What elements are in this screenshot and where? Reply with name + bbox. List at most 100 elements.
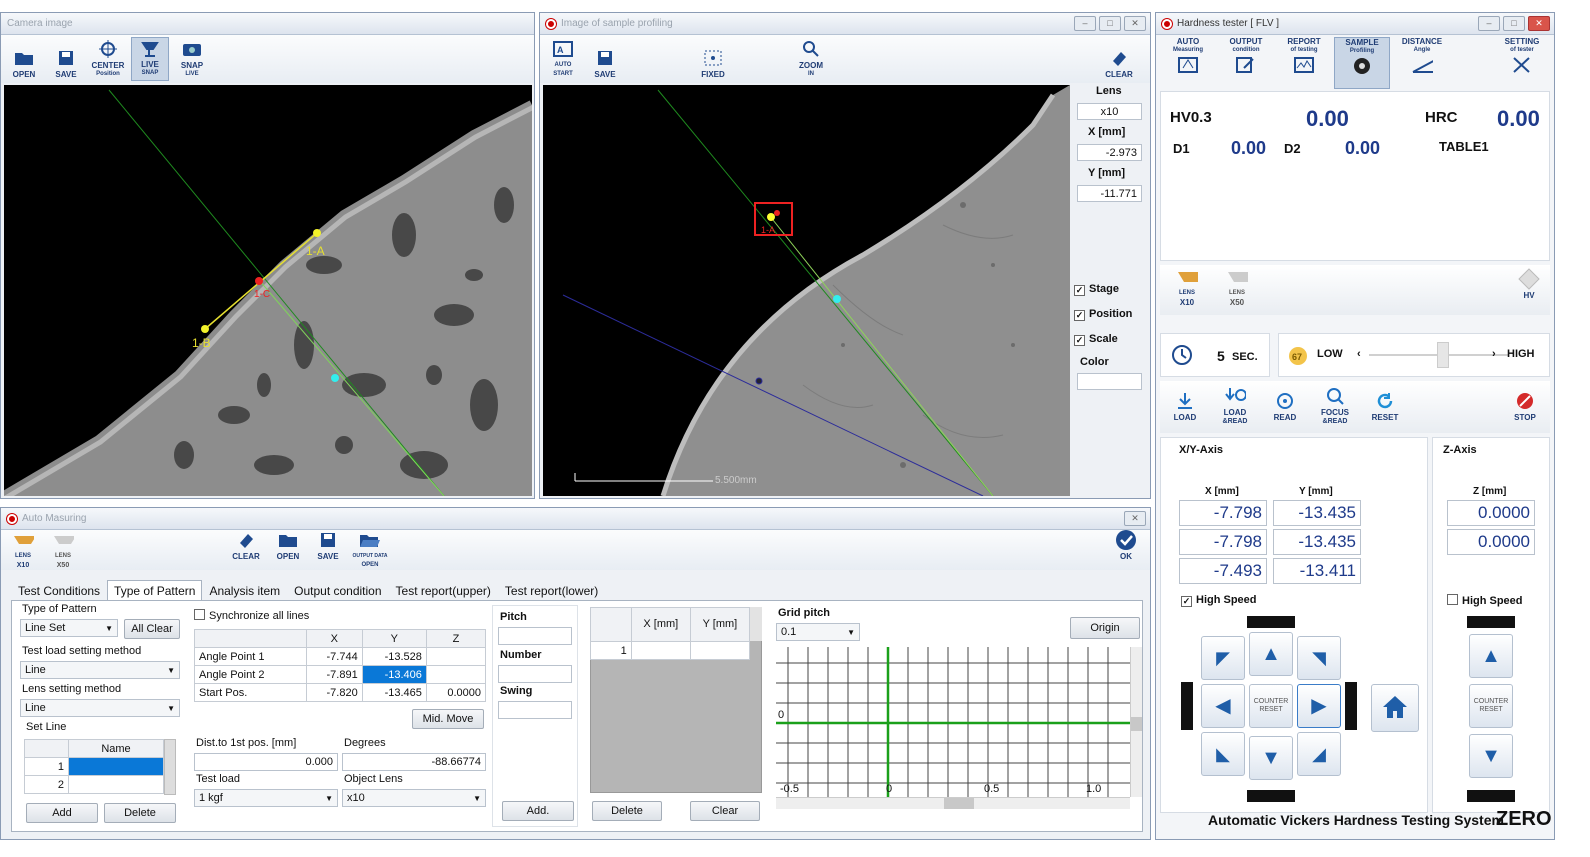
table-row[interactable]: Start Pos. -7.820 -13.465 0.0000 xyxy=(194,683,487,702)
speed-slider-thumb[interactable] xyxy=(1437,342,1449,368)
origin-button[interactable]: Origin xyxy=(1070,617,1140,639)
load-read-button[interactable]: LOAD &READ xyxy=(1210,386,1260,428)
tab-auto[interactable]: AUTO Measuring xyxy=(1160,37,1216,89)
position-checkbox[interactable]: ✓ Position xyxy=(1074,308,1132,321)
read-button[interactable]: READ xyxy=(1260,391,1310,424)
tab-setting[interactable]: SETTING of tester xyxy=(1494,37,1550,89)
set-line-scrollbar[interactable] xyxy=(164,739,176,795)
degrees-input[interactable]: -88.66774 xyxy=(342,753,486,771)
scroll-thumb[interactable] xyxy=(1131,717,1142,731)
tab-output-condition[interactable]: Output condition xyxy=(287,580,388,601)
counter-reset-button[interactable]: COUNTER RESET xyxy=(1249,684,1293,728)
fixed-button[interactable]: FIXED xyxy=(694,48,732,81)
minimize-button[interactable]: – xyxy=(1074,16,1096,31)
load-method-select[interactable]: Line ▼ xyxy=(20,661,180,679)
output-data-open-button[interactable]: OUTPUT DATA OPEN xyxy=(351,530,389,572)
move-down-button[interactable]: ▼ xyxy=(1249,736,1293,780)
speed-left-arrow[interactable]: ‹ xyxy=(1357,348,1361,360)
stop-button[interactable]: STOP xyxy=(1500,391,1550,424)
tab-test-conditions[interactable]: Test Conditions xyxy=(11,580,107,601)
sync-checkbox[interactable]: Synchronize all lines xyxy=(194,609,309,622)
point-list-scrollbar[interactable] xyxy=(750,607,762,641)
camera-image[interactable]: 1-A 1-B 1-C xyxy=(4,85,532,496)
table-row[interactable]: 1 xyxy=(24,757,164,776)
table-row[interactable]: Angle Point 1 -7.744 -13.528 xyxy=(194,647,487,666)
stage-checkbox[interactable]: ✓ Stage xyxy=(1074,283,1119,296)
move-left-button[interactable]: ◀ xyxy=(1201,684,1245,728)
close-button[interactable]: ✕ xyxy=(1124,511,1146,526)
add-point-button[interactable]: Add. xyxy=(502,801,574,821)
z-counter-reset-button[interactable]: COUNTER RESET xyxy=(1469,684,1513,728)
maximize-button[interactable]: □ xyxy=(1099,16,1121,31)
test-load-select[interactable]: 1 kgf ▼ xyxy=(194,789,338,807)
lens-x50-button[interactable]: LENS X50 xyxy=(1218,267,1256,309)
grid-vscrollbar[interactable] xyxy=(1130,647,1142,797)
profile-image[interactable]: 1-A 5.500mm xyxy=(543,85,1070,496)
tab-type-of-pattern[interactable]: Type of Pattern xyxy=(107,580,203,601)
table-row[interactable]: Angle Point 2 -7.891 -13.406 xyxy=(194,665,487,684)
grid-hscrollbar[interactable] xyxy=(776,797,1130,809)
tab-distance[interactable]: DISTANCE Angle xyxy=(1392,37,1452,89)
reset-button[interactable]: RESET xyxy=(1360,391,1410,424)
color-swatch[interactable] xyxy=(1077,373,1142,390)
clear-button[interactable]: CLEAR xyxy=(227,530,265,563)
save-button[interactable]: SAVE xyxy=(47,48,85,81)
hv-button[interactable]: HV xyxy=(1510,268,1548,302)
grid-pitch-select[interactable]: 0.1 ▼ xyxy=(776,623,860,641)
z-up-button[interactable]: ▲ xyxy=(1469,634,1513,678)
minimize-button[interactable]: – xyxy=(1478,16,1500,31)
home-button[interactable] xyxy=(1371,684,1419,732)
open-button[interactable]: OPEN xyxy=(5,48,43,81)
object-lens-select[interactable]: x10 ▼ xyxy=(342,789,486,807)
table-row[interactable]: 1 xyxy=(590,641,751,660)
save-button[interactable]: SAVE xyxy=(586,48,624,81)
z-high-speed-checkbox[interactable]: High Speed xyxy=(1447,594,1523,607)
lens-x10-button[interactable]: LENS X10 xyxy=(5,530,41,572)
close-button[interactable]: ✕ xyxy=(1124,16,1146,31)
x-input[interactable]: -7.493 xyxy=(1179,558,1267,584)
z-down-button[interactable]: ▼ xyxy=(1469,734,1513,778)
pattern-select[interactable]: Line Set ▼ xyxy=(20,619,118,637)
move-up-left-button[interactable]: ◤ xyxy=(1201,636,1245,680)
all-clear-button[interactable]: All Clear xyxy=(124,619,180,639)
delete-point-button[interactable]: Delete xyxy=(592,801,662,821)
lens-method-select[interactable]: Line ▼ xyxy=(20,699,180,717)
tab-analysis-item[interactable]: Analysis item xyxy=(202,580,287,601)
add-button[interactable]: Add xyxy=(26,803,98,823)
move-right-button[interactable]: ▶ xyxy=(1297,684,1341,728)
mid-move-button[interactable]: Mid. Move xyxy=(412,709,484,729)
move-up-right-button[interactable]: ◥ xyxy=(1297,636,1341,680)
maximize-button[interactable]: □ xyxy=(1503,16,1525,31)
auto-start-button[interactable]: A AUTO START xyxy=(544,39,582,81)
pitch-input[interactable] xyxy=(498,627,572,645)
grid-canvas[interactable] xyxy=(776,647,1130,797)
focus-read-button[interactable]: FOCUS &READ xyxy=(1310,386,1360,428)
open-button[interactable]: OPEN xyxy=(269,530,307,563)
dist-input[interactable]: 0.000 xyxy=(194,753,338,771)
table-row[interactable]: 2 xyxy=(24,775,164,794)
move-down-right-button[interactable]: ◢ xyxy=(1297,732,1341,776)
load-button[interactable]: LOAD xyxy=(1160,391,1210,424)
ok-button[interactable]: OK xyxy=(1107,530,1145,563)
clear-button[interactable]: CLEAR xyxy=(1100,48,1138,81)
snap-live-button[interactable]: SNAP LIVE xyxy=(173,39,211,81)
lens-x10-button[interactable]: LENS X10 xyxy=(1168,267,1206,309)
high-speed-checkbox[interactable]: ✓ High Speed xyxy=(1181,594,1257,607)
tab-report[interactable]: REPORT of testing xyxy=(1276,37,1332,89)
lens-x50-button[interactable]: LENS X50 xyxy=(45,530,81,572)
move-down-left-button[interactable]: ◣ xyxy=(1201,732,1245,776)
number-input[interactable] xyxy=(498,665,572,683)
close-button[interactable]: ✕ xyxy=(1528,16,1550,31)
tab-test-report-lower[interactable]: Test report(lower) xyxy=(498,580,605,601)
tab-sample[interactable]: SAMPLE Profiling xyxy=(1334,37,1390,89)
speed-right-arrow[interactable]: › xyxy=(1492,348,1496,360)
dwell-time-panel[interactable]: 5 SEC. xyxy=(1160,333,1270,377)
zoom-in-button[interactable]: ZOOM IN xyxy=(792,39,830,81)
delete-button[interactable]: Delete xyxy=(104,803,176,823)
clear-points-button[interactable]: Clear xyxy=(690,801,760,821)
y-input[interactable]: -13.411 xyxy=(1273,558,1361,584)
tab-test-report-upper[interactable]: Test report(upper) xyxy=(389,580,498,601)
tab-output[interactable]: OUTPUT condition xyxy=(1218,37,1274,89)
swing-input[interactable] xyxy=(498,701,572,719)
move-up-button[interactable]: ▲ xyxy=(1249,632,1293,676)
